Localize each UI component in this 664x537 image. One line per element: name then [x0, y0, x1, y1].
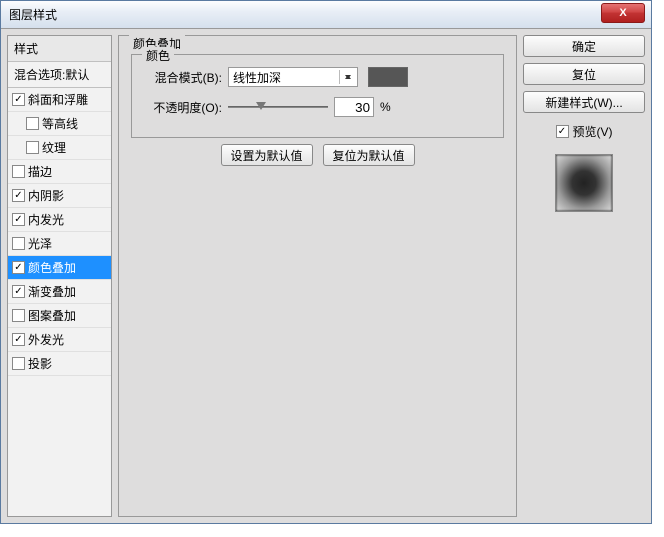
default-buttons-row: 设置为默认值 复位为默认值: [131, 144, 504, 166]
chevron-down-icon: [345, 75, 351, 79]
sidebar-item-6[interactable]: 光泽: [8, 232, 111, 256]
style-checkbox[interactable]: [12, 309, 25, 322]
sidebar-item-2[interactable]: 纹理: [8, 136, 111, 160]
right-column: 确定 复位 新建样式(W)... 预览(V): [523, 35, 645, 517]
layer-style-dialog: 图层样式 X 样式 混合选项:默认 斜面和浮雕等高线纹理描边内阴影内发光光泽颜色…: [0, 0, 652, 524]
main-panel: 颜色叠加 颜色 混合模式(B): 线性加深 不透明度(O):: [118, 35, 517, 517]
sidebar-item-label: 光泽: [28, 235, 52, 252]
style-checkbox[interactable]: [12, 261, 25, 274]
color-swatch[interactable]: [368, 67, 408, 87]
opacity-input[interactable]: [334, 97, 374, 117]
style-checkbox[interactable]: [12, 213, 25, 226]
sidebar-item-7[interactable]: 颜色叠加: [8, 256, 111, 280]
opacity-label: 不透明度(O):: [142, 99, 222, 116]
cancel-button[interactable]: 复位: [523, 63, 645, 85]
preview-checkbox[interactable]: [556, 125, 569, 138]
close-icon: X: [619, 7, 626, 19]
slider-thumb-icon[interactable]: [256, 102, 266, 110]
style-checkbox[interactable]: [12, 165, 25, 178]
blend-mode-label: 混合模式(B):: [142, 69, 222, 86]
sidebar-header: 样式: [8, 36, 111, 62]
style-checkbox[interactable]: [26, 141, 39, 154]
style-checkbox[interactable]: [26, 117, 39, 130]
sidebar-item-label: 投影: [28, 355, 52, 372]
preview-row: 预览(V): [523, 123, 645, 140]
style-checkbox[interactable]: [12, 189, 25, 202]
sidebar-item-label: 内发光: [28, 211, 64, 228]
new-style-button[interactable]: 新建样式(W)...: [523, 91, 645, 113]
sidebar-item-label: 纹理: [42, 139, 66, 156]
sidebar-blending-options[interactable]: 混合选项:默认: [8, 62, 111, 88]
color-fieldset: 颜色 混合模式(B): 线性加深 不透明度(O):: [131, 54, 504, 138]
preview-thumbnail: [555, 154, 613, 212]
sidebar-item-label: 内阴影: [28, 187, 64, 204]
sidebar-item-label: 等高线: [42, 115, 78, 132]
sidebar-item-label: 渐变叠加: [28, 283, 76, 300]
reset-default-button[interactable]: 复位为默认值: [323, 144, 415, 166]
sidebar-item-9[interactable]: 图案叠加: [8, 304, 111, 328]
sidebar-item-8[interactable]: 渐变叠加: [8, 280, 111, 304]
sidebar-item-3[interactable]: 描边: [8, 160, 111, 184]
sidebar-item-label: 颜色叠加: [28, 259, 76, 276]
style-checkbox[interactable]: [12, 357, 25, 370]
dialog-content: 样式 混合选项:默认 斜面和浮雕等高线纹理描边内阴影内发光光泽颜色叠加渐变叠加图…: [1, 29, 651, 523]
window-title: 图层样式: [9, 6, 57, 23]
fieldset-title: 颜色: [142, 47, 174, 64]
chevron-up-icon: [345, 75, 351, 79]
opacity-unit: %: [380, 100, 391, 114]
blend-mode-value: 线性加深: [233, 69, 281, 86]
close-button[interactable]: X: [601, 3, 645, 23]
sidebar-item-label: 斜面和浮雕: [28, 91, 88, 108]
opacity-row: 不透明度(O): %: [142, 97, 493, 117]
titlebar: 图层样式 X: [1, 1, 651, 29]
style-checkbox[interactable]: [12, 285, 25, 298]
blend-mode-row: 混合模式(B): 线性加深: [142, 67, 493, 87]
sidebar-item-4[interactable]: 内阴影: [8, 184, 111, 208]
slider-track: [228, 106, 328, 108]
sidebar-item-label: 图案叠加: [28, 307, 76, 324]
opacity-slider[interactable]: [228, 99, 328, 115]
sidebar-item-0[interactable]: 斜面和浮雕: [8, 88, 111, 112]
sidebar-item-1[interactable]: 等高线: [8, 112, 111, 136]
sidebar-item-10[interactable]: 外发光: [8, 328, 111, 352]
ok-button[interactable]: 确定: [523, 35, 645, 57]
style-checkbox[interactable]: [12, 93, 25, 106]
set-default-button[interactable]: 设置为默认值: [221, 144, 313, 166]
preview-label: 预览(V): [573, 123, 613, 140]
sidebar-item-label: 外发光: [28, 331, 64, 348]
sidebar-item-11[interactable]: 投影: [8, 352, 111, 376]
blend-mode-select[interactable]: 线性加深: [228, 67, 358, 87]
style-checkbox[interactable]: [12, 237, 25, 250]
sidebar-item-label: 描边: [28, 163, 52, 180]
styles-sidebar: 样式 混合选项:默认 斜面和浮雕等高线纹理描边内阴影内发光光泽颜色叠加渐变叠加图…: [7, 35, 112, 517]
style-checkbox[interactable]: [12, 333, 25, 346]
sidebar-item-5[interactable]: 内发光: [8, 208, 111, 232]
